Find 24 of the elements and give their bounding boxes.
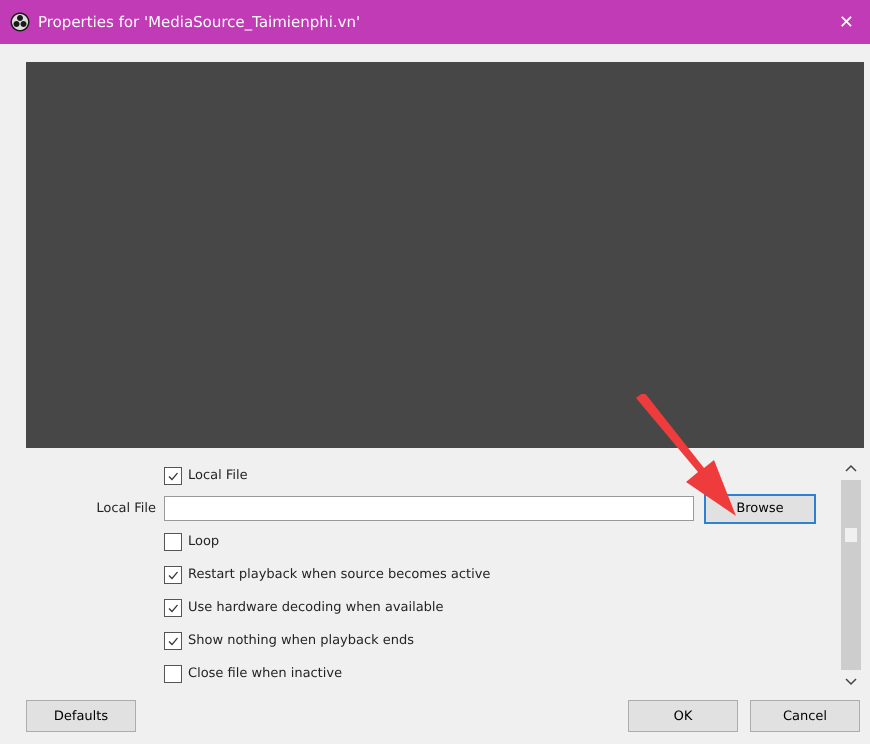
app-logo-icon <box>10 12 30 32</box>
window-title: Properties for 'MediaSource_Taimienphi.vn' <box>38 13 362 31</box>
checkbox-label: Close file when inactive <box>188 666 342 681</box>
checkbox-label: Show nothing when playback ends <box>188 633 414 648</box>
scroll-up-icon[interactable] <box>845 464 857 472</box>
checkbox[interactable] <box>164 664 182 682</box>
checkbox[interactable] <box>164 466 182 484</box>
ok-button[interactable]: OK <box>628 700 738 732</box>
checkbox[interactable] <box>164 566 182 584</box>
defaults-button[interactable]: Defaults <box>26 700 136 732</box>
cancel-button[interactable]: Cancel <box>750 700 860 732</box>
scroll-down-icon[interactable] <box>845 678 857 686</box>
checkbox-label: Local File <box>188 468 248 483</box>
checkbox-label: Use hardware decoding when available <box>188 600 444 615</box>
field-label: Local File <box>95 501 157 516</box>
file-path-field[interactable] <box>164 496 694 521</box>
close-button[interactable]: ✕ <box>832 12 860 32</box>
checkbox[interactable] <box>164 532 182 550</box>
browse-button[interactable]: Browse <box>704 494 816 524</box>
checkbox[interactable] <box>164 632 182 650</box>
checkbox-label: Restart playback when source becomes active <box>188 567 490 582</box>
scroll-thumb[interactable] <box>845 528 857 542</box>
checkbox[interactable] <box>164 598 182 616</box>
checkbox-label: Loop <box>188 534 220 549</box>
